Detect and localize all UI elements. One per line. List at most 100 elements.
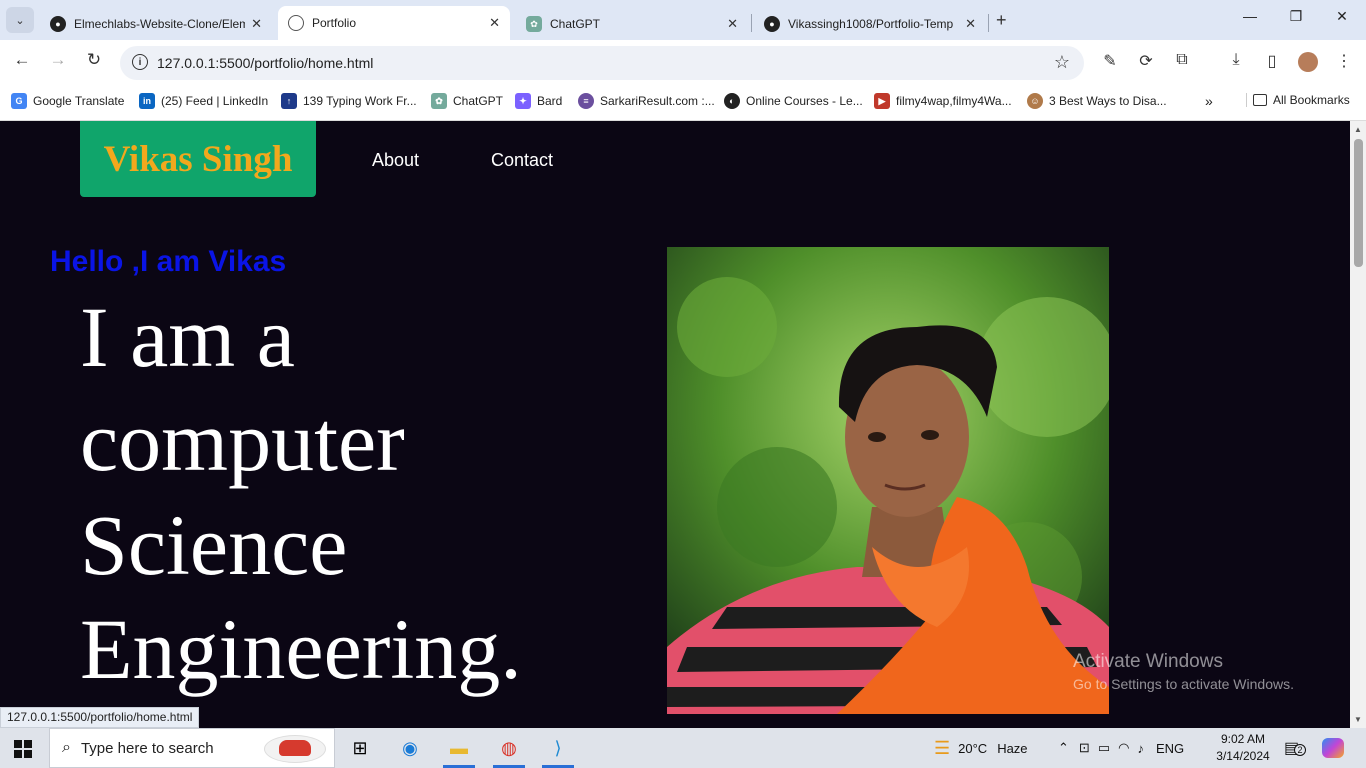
search-placeholder: Type here to search <box>80 739 214 757</box>
bookmark-item[interactable]: ↑ 139 Typing Work Fr... <box>281 93 417 109</box>
bookmark-label: 139 Typing Work Fr... <box>303 94 417 108</box>
scroll-down-icon[interactable]: ▼ <box>1354 715 1362 724</box>
language-indicator[interactable]: ENG <box>1156 741 1184 756</box>
google-translate-icon: G <box>11 93 27 109</box>
file-explorer-icon[interactable]: ▬ <box>439 728 479 768</box>
browser-toolbar: ← → ↻ i 127.0.0.1:5500/portfolio/home.ht… <box>0 40 1366 85</box>
all-bookmarks-button[interactable]: All Bookmarks <box>1246 93 1350 107</box>
nav-about-link[interactable]: About <box>372 150 419 171</box>
back-icon[interactable]: ← <box>10 50 34 70</box>
tab-portfolio[interactable]: Portfolio ✕ <box>278 6 510 40</box>
all-bookmarks-label: All Bookmarks <box>1273 93 1350 107</box>
taskbar-search[interactable]: ⌕ Type here to search <box>49 728 335 768</box>
github-icon: ● <box>50 16 66 32</box>
meet-now-icon[interactable]: ⊡ <box>1079 740 1090 756</box>
windows-taskbar: ⌕ Type here to search ⊞ ◉ ▬ ◍ ⟩ ☰ 20°C H… <box>0 728 1366 768</box>
link-status-bubble: 127.0.0.1:5500/portfolio/home.html <box>0 707 200 728</box>
activate-windows-watermark: Activate Windows Go to Settings to activ… <box>1073 651 1294 692</box>
close-icon[interactable]: ✕ <box>965 16 976 32</box>
edge-icon[interactable]: ◉ <box>390 728 430 768</box>
brand-logo[interactable]: Vikas Singh <box>80 121 316 197</box>
copilot-icon[interactable] <box>1322 738 1344 758</box>
film-icon: ▶ <box>874 93 890 109</box>
menu-icon[interactable]: ⋮ <box>1333 51 1355 71</box>
tray-icons: ⌃ ⊡ ▭ ◠ ♪ ENG <box>1058 728 1184 768</box>
tab-title: Portfolio <box>312 16 357 30</box>
tab-portfolio-template[interactable]: ● Vikassingh1008/Portfolio-Temp ✕ <box>754 8 986 40</box>
folder-icon <box>1253 94 1267 106</box>
bookmark-label: ChatGPT <box>453 94 504 108</box>
scroll-up-icon[interactable]: ▲ <box>1354 125 1362 134</box>
bookmark-item[interactable]: ◐ Online Courses - Le... <box>724 93 863 109</box>
vscode-icon[interactable]: ⟩ <box>538 728 578 768</box>
tab-title: Elmechlabs-Website-Clone/Elem <box>74 17 246 31</box>
window-close-icon[interactable]: ✕ <box>1322 8 1362 25</box>
scroll-thumb[interactable] <box>1354 139 1363 267</box>
restore-icon[interactable]: ❐ <box>1276 8 1316 25</box>
address-bar[interactable]: i 127.0.0.1:5500/portfolio/home.html ☆ <box>120 46 1084 80</box>
url-text[interactable]: 127.0.0.1:5500/portfolio/home.html <box>157 55 373 71</box>
close-icon[interactable]: ✕ <box>489 15 500 31</box>
tab-chatgpt[interactable]: ✿ ChatGPT ✕ <box>516 8 748 40</box>
page-scrollbar[interactable]: ▲ ▼ <box>1350 121 1366 728</box>
notification-center-icon[interactable]: ▤ 2 <box>1284 738 1306 758</box>
bookmark-item[interactable]: ✦ Bard <box>515 93 562 109</box>
site-info-icon[interactable]: i <box>132 54 148 70</box>
sarkari-icon: ≡ <box>578 93 594 109</box>
show-hidden-icons[interactable]: ⌃ <box>1058 740 1069 756</box>
profile-photo <box>667 247 1109 714</box>
haze-icon: ☰ <box>934 737 951 758</box>
globe-icon <box>288 15 304 31</box>
tab-separator <box>751 14 752 32</box>
volume-icon[interactable]: ♪ <box>1137 741 1144 756</box>
clock-time: 9:02 AM <box>1220 732 1266 746</box>
bookmark-item[interactable]: in (25) Feed | LinkedIn <box>139 93 268 109</box>
profile-avatar[interactable] <box>1298 52 1318 72</box>
tab-elmechlabs[interactable]: ● Elmechlabs-Website-Clone/Elem ✕ <box>40 8 272 40</box>
close-icon[interactable]: ✕ <box>727 16 738 32</box>
nav-contact-link[interactable]: Contact <box>491 150 553 171</box>
search-icon: ⌕ <box>62 739 71 756</box>
weather-widget[interactable]: ☰ 20°C Haze <box>934 728 1028 768</box>
start-button[interactable] <box>14 740 32 758</box>
new-tab-button[interactable]: + <box>996 10 1007 31</box>
bookmark-label: Online Courses - Le... <box>746 94 863 108</box>
side-panel-icon[interactable]: ▯ <box>1261 51 1283 71</box>
tab-title: Vikassingh1008/Portfolio-Temp <box>788 17 954 31</box>
close-icon[interactable]: ✕ <box>251 16 262 32</box>
search-highlight-icon <box>264 735 326 763</box>
sync-extension-icon[interactable]: ⟳ <box>1135 51 1157 71</box>
bookmark-item[interactable]: ≡ SarkariResult.com :... <box>578 93 715 109</box>
forward-icon[interactable]: → <box>46 50 70 70</box>
bookmark-label: Bard <box>537 94 563 108</box>
bookmark-label: 3 Best Ways to Disa... <box>1049 94 1167 108</box>
notification-count: 2 <box>1294 744 1306 756</box>
bookmark-item[interactable]: ✿ ChatGPT <box>431 93 503 109</box>
minimize-icon[interactable]: — <box>1230 8 1270 24</box>
more-bookmarks-icon[interactable]: » <box>1205 93 1213 109</box>
reload-icon[interactable]: ↻ <box>82 50 106 70</box>
bookmark-item[interactable]: ▶ filmy4wap,filmy4Wa... <box>874 93 1012 109</box>
activate-title: Activate Windows <box>1073 651 1223 672</box>
network-icon[interactable]: ◠ <box>1118 740 1129 756</box>
chatgpt-icon: ✿ <box>431 93 447 109</box>
linkedin-icon: in <box>139 93 155 109</box>
chrome-icon[interactable]: ◍ <box>489 728 529 768</box>
bookmark-star-icon[interactable]: ☆ <box>1054 52 1070 73</box>
profile-photo-art <box>667 247 1109 714</box>
extensions-icon[interactable]: ⧉ <box>1171 51 1193 69</box>
bookmark-item[interactable]: G Google Translate <box>11 93 124 109</box>
download-icon[interactable]: ⤓ <box>1225 51 1247 69</box>
avatar-icon: ☺ <box>1027 93 1043 109</box>
github-icon: ● <box>764 16 780 32</box>
task-view-icon[interactable]: ⊞ <box>340 728 380 768</box>
greeting-text: Hello ,I am Vikas <box>50 245 287 278</box>
taskbar-clock[interactable]: 9:02 AM 3/14/2024 <box>1212 731 1274 765</box>
clock-date: 3/14/2024 <box>1216 749 1270 763</box>
tab-search-button[interactable]: ⌄ <box>6 7 34 33</box>
battery-icon[interactable]: ▭ <box>1098 740 1110 756</box>
pen-extension-icon[interactable]: ✎ <box>1099 51 1121 71</box>
typing-icon: ↑ <box>281 93 297 109</box>
bookmark-item[interactable]: ☺ 3 Best Ways to Disa... <box>1027 93 1167 109</box>
chatgpt-icon: ✿ <box>526 16 542 32</box>
